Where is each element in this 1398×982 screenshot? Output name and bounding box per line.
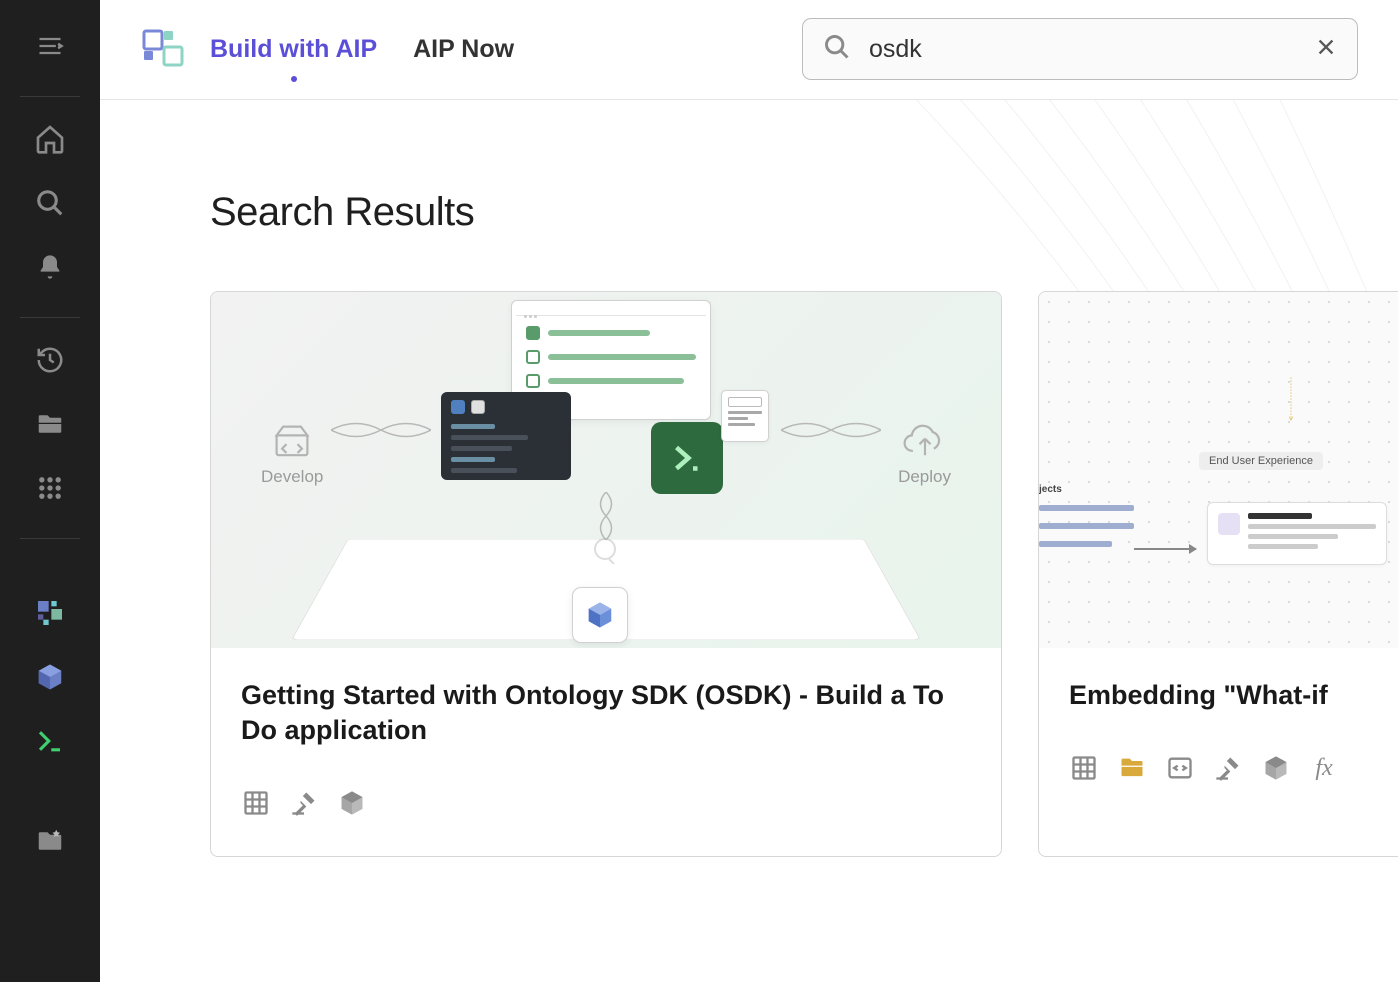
hero-mini-window <box>721 390 769 442</box>
search-icon <box>823 33 851 66</box>
menu-icon[interactable] <box>32 28 68 64</box>
hero-cube-tile <box>572 587 628 643</box>
history-icon[interactable] <box>32 342 68 378</box>
gavel-icon <box>1213 753 1243 783</box>
grid-icon <box>1069 753 1099 783</box>
tab-aip-now[interactable]: AIP Now <box>413 35 514 64</box>
tag-row: fx <box>1069 753 1398 783</box>
search-input[interactable] <box>869 35 1315 64</box>
result-card[interactable]: End User Experience jects Embedding "Wha… <box>1038 291 1398 857</box>
folder-icon <box>1117 753 1147 783</box>
results-row: Develop Deploy <box>210 291 1288 857</box>
header: Build with AIP AIP Now <box>100 0 1398 100</box>
code-icon <box>1165 753 1195 783</box>
tag-row <box>241 788 971 818</box>
hero-label-deploy: Deploy <box>898 422 951 487</box>
card-body: Getting Started with Ontology SDK (OSDK)… <box>211 648 1001 856</box>
clear-icon[interactable] <box>1315 36 1337 63</box>
hero-terminal-tile <box>651 422 723 494</box>
terminal-icon[interactable] <box>32 723 68 759</box>
hero-label-develop: Develop <box>261 422 323 487</box>
tab-build-with-aip[interactable]: Build with AIP <box>210 35 377 64</box>
pixel-app-icon[interactable] <box>32 595 68 631</box>
hero-pill-label: End User Experience <box>1199 452 1323 470</box>
page-title: Search Results <box>210 190 1288 235</box>
gavel-icon <box>289 788 319 818</box>
apps-icon[interactable] <box>32 470 68 506</box>
card-hero: Develop Deploy <box>211 292 1001 648</box>
grid-icon <box>241 788 271 818</box>
card-title: Embedding "What-if <box>1069 678 1398 713</box>
cube-icon[interactable] <box>32 659 68 695</box>
nav-sidebar <box>0 0 100 982</box>
star-folder-icon[interactable] <box>32 823 68 859</box>
search-box[interactable] <box>802 18 1358 80</box>
hero-side-list: jects <box>1039 484 1151 559</box>
folder-icon[interactable] <box>32 406 68 442</box>
cube-icon <box>337 788 367 818</box>
home-icon[interactable] <box>32 121 68 157</box>
cube-icon <box>1261 753 1291 783</box>
logo-icon[interactable] <box>140 27 186 73</box>
card-hero: End User Experience jects <box>1039 292 1398 648</box>
hero-mini-card <box>1207 502 1387 565</box>
card-body: Embedding "What-if fx <box>1039 648 1398 821</box>
result-card[interactable]: Develop Deploy <box>210 291 1002 857</box>
bell-icon[interactable] <box>32 249 68 285</box>
function-icon: fx <box>1309 753 1339 783</box>
search-icon[interactable] <box>32 185 68 221</box>
hero-code-block <box>441 392 571 480</box>
card-title: Getting Started with Ontology SDK (OSDK)… <box>241 678 971 748</box>
